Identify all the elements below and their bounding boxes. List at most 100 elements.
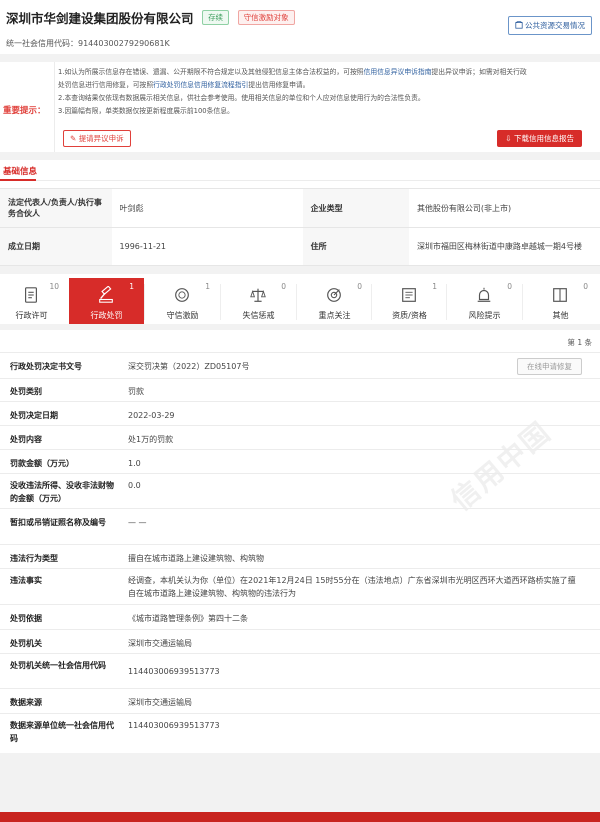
clipboard-icon bbox=[25, 287, 37, 303]
tab-admin-penalty[interactable]: 1 行政处罚 bbox=[69, 278, 144, 324]
row-label: 数据来源单位统一社会信用代码 bbox=[10, 721, 114, 743]
detail-row: 处罚机关统一社会信用代码 114403006939513773 bbox=[0, 653, 600, 688]
legal-rep-label: 法定代表人/负责人/执行事务合伙人 bbox=[0, 188, 112, 228]
tab-trust-incentive[interactable]: 1 守信激励 bbox=[145, 278, 220, 324]
incentive-badge: 守信激励对象 bbox=[237, 10, 295, 25]
tab-count: 0 bbox=[507, 282, 512, 291]
tab-key-focus[interactable]: 0 重点关注 bbox=[297, 278, 372, 324]
detail-row: 违法事实 经调查，本机关认为你（单位）在2021年12月24日 15时55分在（违… bbox=[0, 568, 600, 604]
tab-label: 重点关注 bbox=[318, 311, 351, 320]
download-button-label: 下载信用信息报告 bbox=[514, 134, 574, 143]
objection-button[interactable]: ✎ 提请异议申诉 bbox=[63, 130, 131, 147]
notice-line-3: 3.因篇幅有限，单类数据仅按更新程度展示前100条信息。 bbox=[58, 107, 234, 115]
address-value: 深圳市福田区梅林街道中康路卓越城一期4号楼 bbox=[408, 227, 600, 266]
row-value: 深交罚决第（2022）ZD05107号 bbox=[128, 362, 250, 371]
table-row: 法定代表人/负责人/执行事务合伙人 叶剑彪 企业类型 其他股份有限公司(非上市) bbox=[0, 188, 600, 228]
status-badge: 存续 bbox=[202, 10, 230, 25]
repair-guide-link[interactable]: 行政处罚信息信用修复流程指引 bbox=[153, 81, 248, 89]
medal-icon bbox=[175, 288, 189, 302]
detail-row: 处罚依据 《城市道路管理条例》第四十二条 bbox=[0, 604, 600, 629]
row-value: 114403006939513773 bbox=[128, 667, 220, 676]
row-value: 1.0 bbox=[128, 459, 141, 468]
target-icon bbox=[327, 288, 341, 302]
notice-text: 提出异议申诉；如需对相关行政 bbox=[431, 68, 527, 76]
detail-row: 暂扣或吊销证照名称及编号 — — bbox=[0, 508, 600, 544]
row-label: 行政处罚决定书文号 bbox=[10, 362, 82, 371]
credit-code-value: 91440300279290681K bbox=[78, 39, 170, 48]
row-value: 0.0 bbox=[128, 481, 141, 490]
tab-count: 0 bbox=[357, 282, 362, 291]
row-label: 暂扣或吊销证照名称及编号 bbox=[10, 518, 106, 527]
tab-label: 守信激励 bbox=[166, 311, 199, 320]
public-trade-button[interactable]: 公共资源交易情况 bbox=[507, 16, 592, 35]
tab-label: 风险提示 bbox=[468, 311, 501, 320]
tab-count: 1 bbox=[129, 282, 134, 291]
gavel-icon bbox=[99, 286, 113, 303]
row-label: 罚款金额（万元） bbox=[10, 459, 74, 468]
tab-other[interactable]: 0 其他 bbox=[523, 278, 598, 324]
tab-divider bbox=[446, 284, 447, 320]
objection-guide-link[interactable]: 信用信息异议申诉指南 bbox=[364, 68, 432, 76]
detail-row: 数据来源 深圳市交通运输局 bbox=[0, 688, 600, 713]
tab-count: 0 bbox=[281, 282, 286, 291]
tab-qualification[interactable]: 1 资质/资格 bbox=[372, 278, 447, 324]
row-value: 擅自在城市道路上建设建筑物、构筑物 bbox=[128, 554, 264, 563]
scale-icon bbox=[250, 288, 266, 302]
detail-row: 处罚内容 处1万的罚款 bbox=[0, 425, 600, 449]
basic-info-table: 法定代表人/负责人/执行事务合伙人 叶剑彪 企业类型 其他股份有限公司(非上市)… bbox=[0, 188, 600, 266]
record-count: 第 1 条 bbox=[567, 338, 592, 347]
objection-button-label: 提请异议申诉 bbox=[78, 134, 124, 143]
row-label: 违法事实 bbox=[10, 576, 42, 585]
row-label: 处罚内容 bbox=[10, 435, 42, 444]
credit-code-label: 统一社会信用代码： bbox=[6, 39, 78, 48]
tab-admin-license[interactable]: 10 行政许可 bbox=[0, 278, 69, 324]
important-notice: 重要提示： 1.如认为所展示信息存在错误、遗漏、公开期限不符合规定以及其他侵犯信… bbox=[0, 62, 600, 152]
detail-row: 处罚机关 深圳市交通运输局 bbox=[0, 629, 600, 653]
row-label: 处罚机关 bbox=[10, 639, 42, 648]
tab-dishonesty-penalty[interactable]: 0 失信惩戒 bbox=[221, 278, 296, 324]
founded-value: 1996-11-21 bbox=[111, 227, 303, 266]
tab-risk-alert[interactable]: 0 风险提示 bbox=[447, 278, 522, 324]
tab-divider bbox=[522, 284, 523, 320]
detail-row: 行政处罚决定书文号 深交罚决第（2022）ZD05107号 bbox=[0, 352, 600, 378]
notice-body: 1.如认为所展示信息存在错误、遗漏、公开期限不符合规定以及其他侵犯信息主体合法权… bbox=[58, 66, 590, 118]
detail-row: 没收违法所得、没收非法财物的金额（万元） 0.0 bbox=[0, 473, 600, 508]
detail-row: 处罚决定日期 2022-03-29 bbox=[0, 401, 600, 425]
basic-info-section: 基础信息 法定代表人/负责人/执行事务合伙人 叶剑彪 企业类型 其他股份有限公司… bbox=[0, 160, 600, 266]
building-icon bbox=[515, 20, 525, 30]
tab-count: 1 bbox=[205, 282, 210, 291]
book-icon bbox=[553, 288, 567, 302]
tab-count: 10 bbox=[49, 282, 59, 291]
row-value: 经调查，本机关认为你（单位）在2021年12月24日 15时55分在（违法地点）… bbox=[128, 576, 576, 598]
enterprise-type-label: 企业类型 bbox=[302, 188, 409, 228]
row-label: 处罚机关统一社会信用代码 bbox=[10, 661, 106, 670]
download-report-button[interactable]: ⇩ 下载信用信息报告 bbox=[497, 130, 582, 147]
tab-label: 其他 bbox=[552, 311, 569, 320]
penalty-detail: 第 1 条 信用中国 在线申请修复 行政处罚决定书文号 深交罚决第（2022）ZD… bbox=[0, 330, 600, 753]
tab-divider bbox=[144, 284, 145, 320]
row-label: 数据来源 bbox=[10, 698, 42, 707]
row-value: 114403006939513773 bbox=[128, 721, 220, 730]
company-name: 深圳市华剑建设集团股份有限公司 bbox=[6, 11, 194, 26]
tab-label: 行政处罚 bbox=[90, 311, 123, 320]
tab-label: 资质/资格 bbox=[392, 311, 427, 320]
edit-icon: ✎ bbox=[70, 134, 77, 143]
row-label: 违法行为类型 bbox=[10, 554, 58, 563]
row-value: 《城市道路管理条例》第四十二条 bbox=[128, 614, 248, 623]
detail-row: 处罚类别 罚款 bbox=[0, 378, 600, 401]
row-value: 深圳市交通运输局 bbox=[128, 698, 192, 707]
notice-text: 1.如认为所展示信息存在错误、遗漏、公开期限不符合规定以及其他侵犯信息主体合法权… bbox=[58, 68, 364, 76]
notice-line-1: 1.如认为所展示信息存在错误、遗漏、公开期限不符合规定以及其他侵犯信息主体合法权… bbox=[58, 66, 590, 92]
tab-divider bbox=[296, 284, 297, 320]
notice-label: 重要提示： bbox=[3, 106, 46, 116]
public-trade-label: 公共资源交易情况 bbox=[525, 21, 585, 30]
row-label: 没收违法所得、没收非法财物的金额（万元） bbox=[10, 481, 114, 503]
detail-row: 罚款金额（万元） 1.0 bbox=[0, 449, 600, 473]
legal-rep-value: 叶剑彪 bbox=[111, 188, 303, 228]
alarm-icon bbox=[477, 287, 491, 302]
founded-label: 成立日期 bbox=[0, 227, 112, 266]
table-row: 成立日期 1996-11-21 住所 深圳市福田区梅林街道中康路卓越城一期4号楼 bbox=[0, 227, 600, 266]
detail-row: 违法行为类型 擅自在城市道路上建设建筑物、构筑物 bbox=[0, 544, 600, 568]
tab-count: 1 bbox=[432, 282, 437, 291]
footer-bar bbox=[0, 812, 600, 822]
